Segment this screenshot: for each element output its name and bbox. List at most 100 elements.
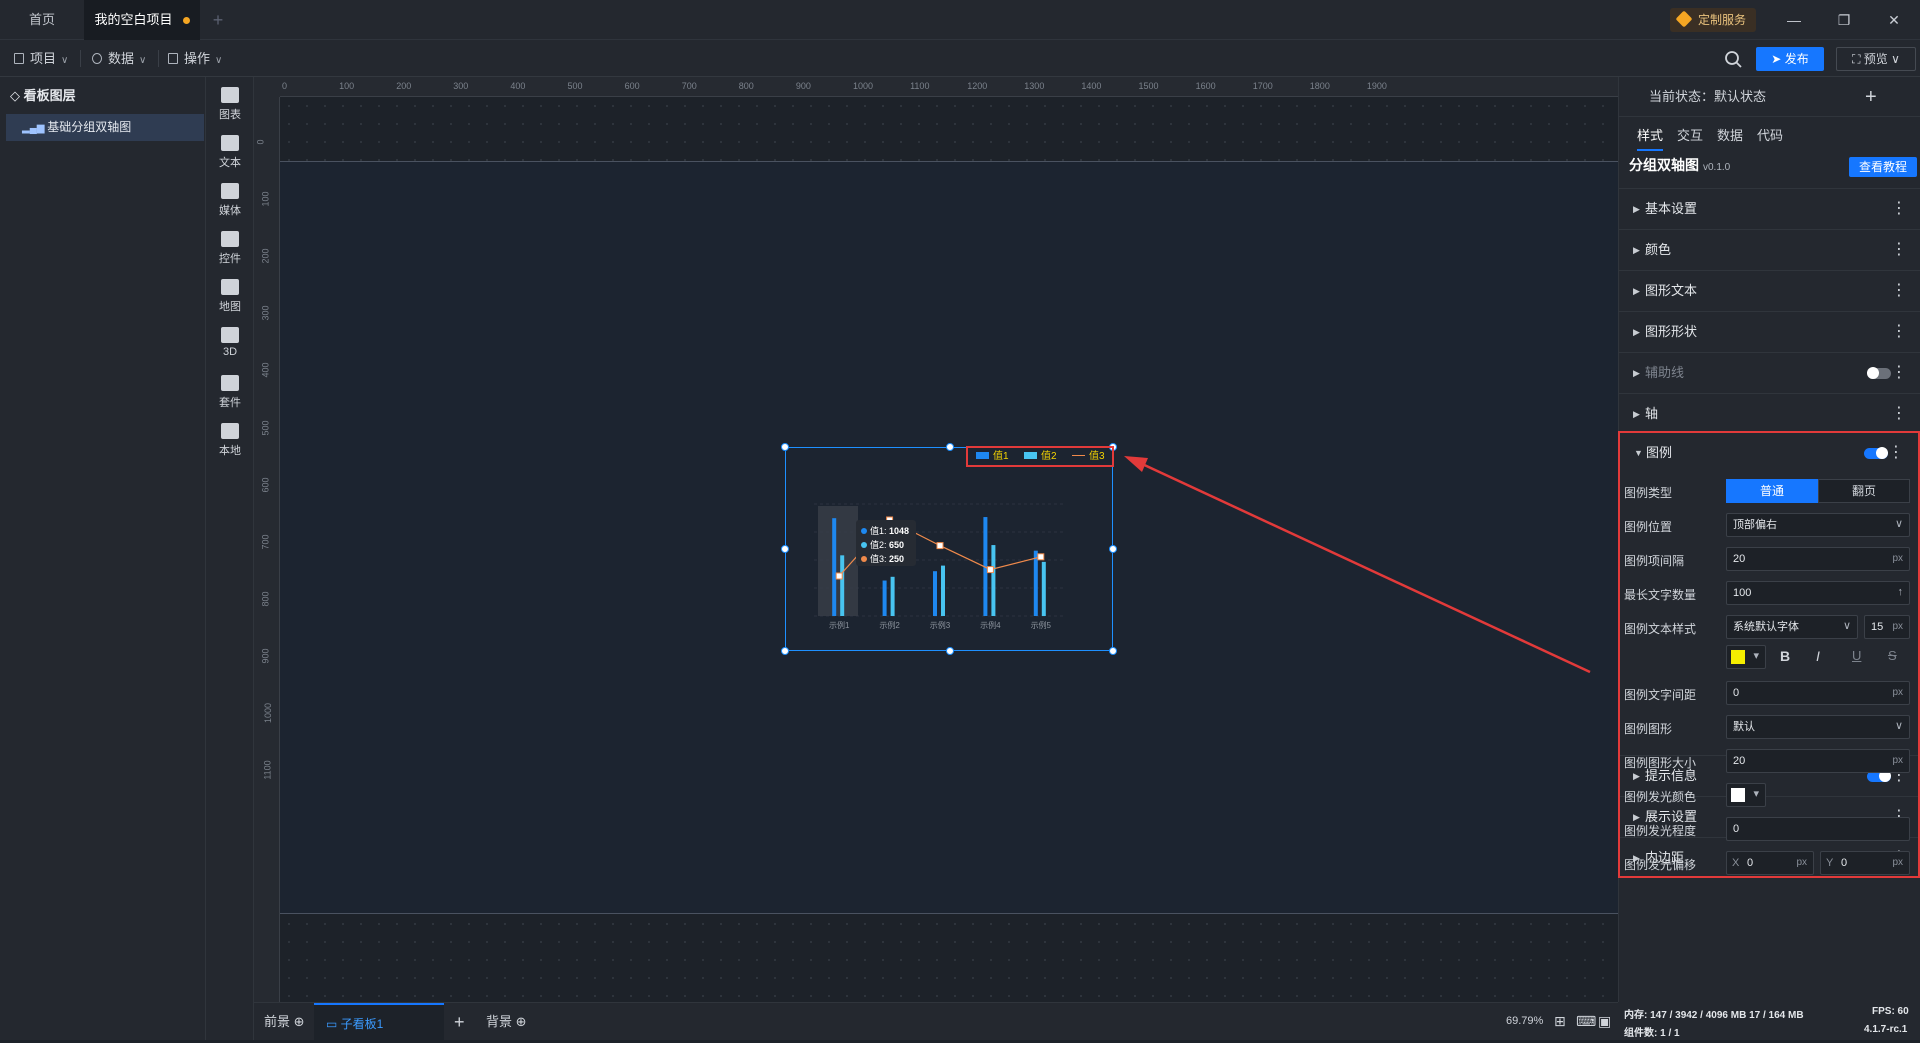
more-icon[interactable]: ⋮ [1891,394,1907,434]
section-axis[interactable]: ▶ 轴 ⋮ [1619,393,1920,433]
more-icon[interactable]: ⋮ [1891,230,1907,270]
unit-label: px [1892,755,1903,766]
chart-widget[interactable]: 值1 值2 值3 示例1 示例2 示例3 示例4 示例5 值1: 1048 值2: 65… [781,443,1117,655]
canvas-area[interactable]: 0 100 200 300 400 500 600 700 800 900 1000 1100 1200… [254,77,1618,1002]
resize-handle[interactable] [946,443,954,451]
menu-operate[interactable]: 操作 ∨ [168,40,222,77]
menu-bar: 项目 ∨ 数据 ∨ 操作 ∨ ➤ 发布 ⛶ 预览 ∨ [0,40,1920,77]
tooltip-row: 值1: 1048 [861,524,911,538]
legend-glow-offset-y[interactable]: Y 0 px [1820,851,1910,875]
foreground-tab[interactable]: 前景 ⊕ [264,1003,305,1041]
ruler-tick-label: 600 [624,81,640,91]
add-circle-icon: ⊕ [293,1014,305,1029]
tool-chart[interactable]: 图表 [206,81,254,129]
strikethrough-icon[interactable]: S [1888,648,1897,663]
section-label: 颜色 [1645,242,1672,257]
legend-glow-offset-x[interactable]: X 0 px [1726,851,1814,875]
italic-icon[interactable]: I [1816,648,1820,664]
resize-handle[interactable] [781,545,789,553]
resize-handle[interactable] [1109,647,1117,655]
title-bar: 首页 我的空白项目 + 定制服务 — ❐ ✕ [0,0,1920,40]
section-basic[interactable]: ▶ 基本设置 ⋮ [1619,188,1920,228]
legend-type-normal[interactable]: 普通 [1726,479,1818,503]
legend-shape-select[interactable]: 默认 ∨ [1726,715,1910,739]
more-icon[interactable]: ⋮ [1891,189,1907,229]
resize-handle[interactable] [781,443,789,451]
publish-button[interactable]: ➤ 发布 [1756,47,1824,71]
legend-section-header[interactable]: ▼ 图例 ⋮ [1620,433,1918,473]
add-board-button[interactable]: + [454,1003,465,1041]
layers-title-label: 看板图层 [23,88,76,103]
legend-toggle[interactable] [1864,447,1888,459]
layers-panel: ◇ 看板图层 ▂▄▆ 基础分组双轴图 [0,77,206,1040]
resize-handle[interactable] [1109,545,1117,553]
fit-screen-icon[interactable]: ⊞ [1554,1013,1566,1030]
legend-glow-color-picker[interactable]: ▾ [1726,783,1766,807]
keyboard-icon[interactable]: ⌨ [1576,1013,1596,1030]
text-icon [221,135,239,151]
tab-style[interactable]: 样式 [1637,125,1664,151]
legend-gap-input[interactable]: 20 px [1726,547,1910,571]
legend-glowlevel-input[interactable]: 0 [1726,817,1910,841]
tool-text[interactable]: 文本 [206,129,254,177]
custom-service-button[interactable]: 定制服务 [1670,8,1757,32]
tool-local[interactable]: 本地 [206,417,254,465]
legend-item[interactable]: 值3 [1072,451,1105,463]
caret-right-icon: ▶ [1633,245,1640,255]
restore-icon[interactable]: ❐ [1834,10,1854,30]
tool-media[interactable]: 媒体 [206,177,254,225]
legend-item[interactable]: 值1 [976,451,1009,463]
search-icon[interactable] [1722,48,1744,70]
preview-button[interactable]: ⛶ 预览 ∨ [1836,47,1916,71]
section-graphic-shape[interactable]: ▶ 图形形状 ⋮ [1619,311,1920,351]
menu-project[interactable]: 项目 ∨ [14,40,68,77]
resize-handle[interactable] [781,647,789,655]
terminal-icon[interactable]: ▣ [1598,1013,1611,1030]
legend-position-select[interactable]: 顶部偏右 ∨ [1726,513,1910,537]
legend-text-color-picker[interactable]: ▾ [1726,645,1766,669]
more-icon[interactable]: ⋮ [1891,271,1907,311]
menu-data[interactable]: 数据 ∨ [92,40,146,77]
arrow-up-icon[interactable]: ↑ [1898,581,1904,603]
underline-icon[interactable]: U [1852,648,1861,663]
background-tab[interactable]: 背景 ⊕ [486,1003,527,1041]
legend-item[interactable]: 值2 [1024,451,1057,463]
bar-值1 [832,518,837,616]
tab-project[interactable]: 我的空白项目 [84,0,200,40]
state-value[interactable]: 默认状态 [1714,89,1766,104]
tab-data[interactable]: 数据 [1717,125,1743,151]
tool-control[interactable]: 控件 [206,225,254,273]
tutorial-button[interactable]: 查看教程 [1849,157,1917,177]
tab-code[interactable]: 代码 [1757,125,1783,151]
child-board-tab[interactable]: ▭ 子看板1 [314,1003,444,1041]
tab-home[interactable]: 首页 [0,0,84,40]
close-icon[interactable]: ✕ [1884,10,1904,30]
tab-interaction[interactable]: 交互 [1677,125,1703,151]
tool-3d[interactable]: 3D [206,321,254,369]
section-color[interactable]: ▶ 颜色 ⋮ [1619,229,1920,269]
more-icon[interactable]: ⋮ [1888,433,1904,473]
minimize-icon[interactable]: — [1784,10,1804,30]
legend-type-paged[interactable]: 翻页 [1818,479,1910,503]
add-tab-button[interactable]: + [206,0,230,40]
section-graphic-text[interactable]: ▶ 图形文本 ⋮ [1619,270,1920,310]
bold-icon[interactable]: B [1780,648,1790,664]
tool-suite[interactable]: 套件 [206,369,254,417]
legend-textgap-input[interactable]: 0 px [1726,681,1910,705]
legend-shapesize-input[interactable]: 20 px [1726,749,1910,773]
tooltip-name: 值1: [870,526,887,536]
grid-icon [168,53,178,64]
section-guideline[interactable]: ▶ 辅助线 ⋮ [1619,352,1920,392]
tool-map[interactable]: 地图 [206,273,254,321]
more-icon[interactable]: ⋮ [1891,353,1907,393]
legend-font-size-input[interactable]: 15 px [1864,615,1910,639]
guideline-toggle[interactable] [1867,367,1891,379]
zoom-level[interactable]: 69.79% [1506,1015,1543,1027]
legend-maxtext-input[interactable]: 100 ↑ [1726,581,1910,605]
more-icon[interactable]: ⋮ [1891,312,1907,352]
resize-handle[interactable] [946,647,954,655]
layer-item[interactable]: ▂▄▆ 基础分组双轴图 [6,114,204,141]
legend-font-select[interactable]: 系统默认字体 ∨ [1726,615,1858,639]
add-state-button[interactable]: + [1865,77,1877,117]
ruler-tick-label: 1900 [1366,81,1387,91]
